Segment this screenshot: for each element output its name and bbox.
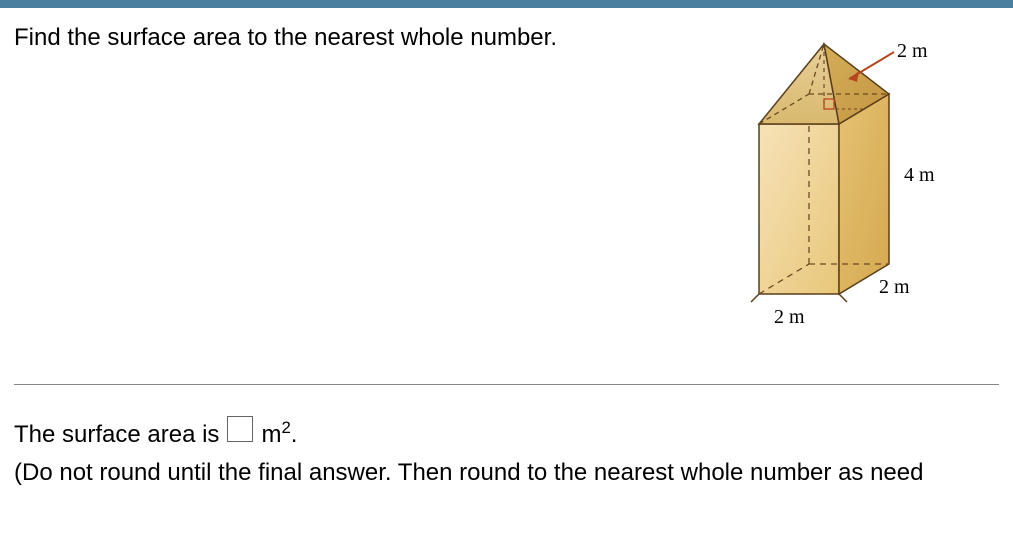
problem-prompt: Find the surface area to the nearest who…	[14, 24, 679, 52]
problem-row: Find the surface area to the nearest who…	[14, 24, 999, 334]
answer-input-box[interactable]	[227, 416, 253, 442]
label-prism-height: 4 m	[904, 164, 935, 187]
section-divider	[14, 384, 999, 385]
label-slant-height: 2 m	[897, 40, 928, 63]
answer-hint: (Do not round until the final answer. Th…	[14, 454, 999, 492]
figure: 2 m 4 m 2 m 2 m	[719, 24, 999, 334]
unit-base: m	[261, 421, 281, 448]
answer-area: The surface area is m2. (Do not round un…	[14, 415, 999, 493]
solid-figure	[719, 24, 999, 334]
unit-period: .	[291, 421, 298, 448]
label-base-width: 2 m	[774, 306, 805, 329]
label-base-depth: 2 m	[879, 276, 910, 299]
unit-exponent: 2	[281, 418, 290, 437]
top-accent-bar	[0, 0, 1013, 8]
answer-lead: The surface area is	[14, 416, 219, 454]
answer-unit: m2.	[261, 415, 297, 454]
content: Find the surface area to the nearest who…	[0, 8, 1013, 509]
answer-line: The surface area is m2.	[14, 415, 999, 454]
